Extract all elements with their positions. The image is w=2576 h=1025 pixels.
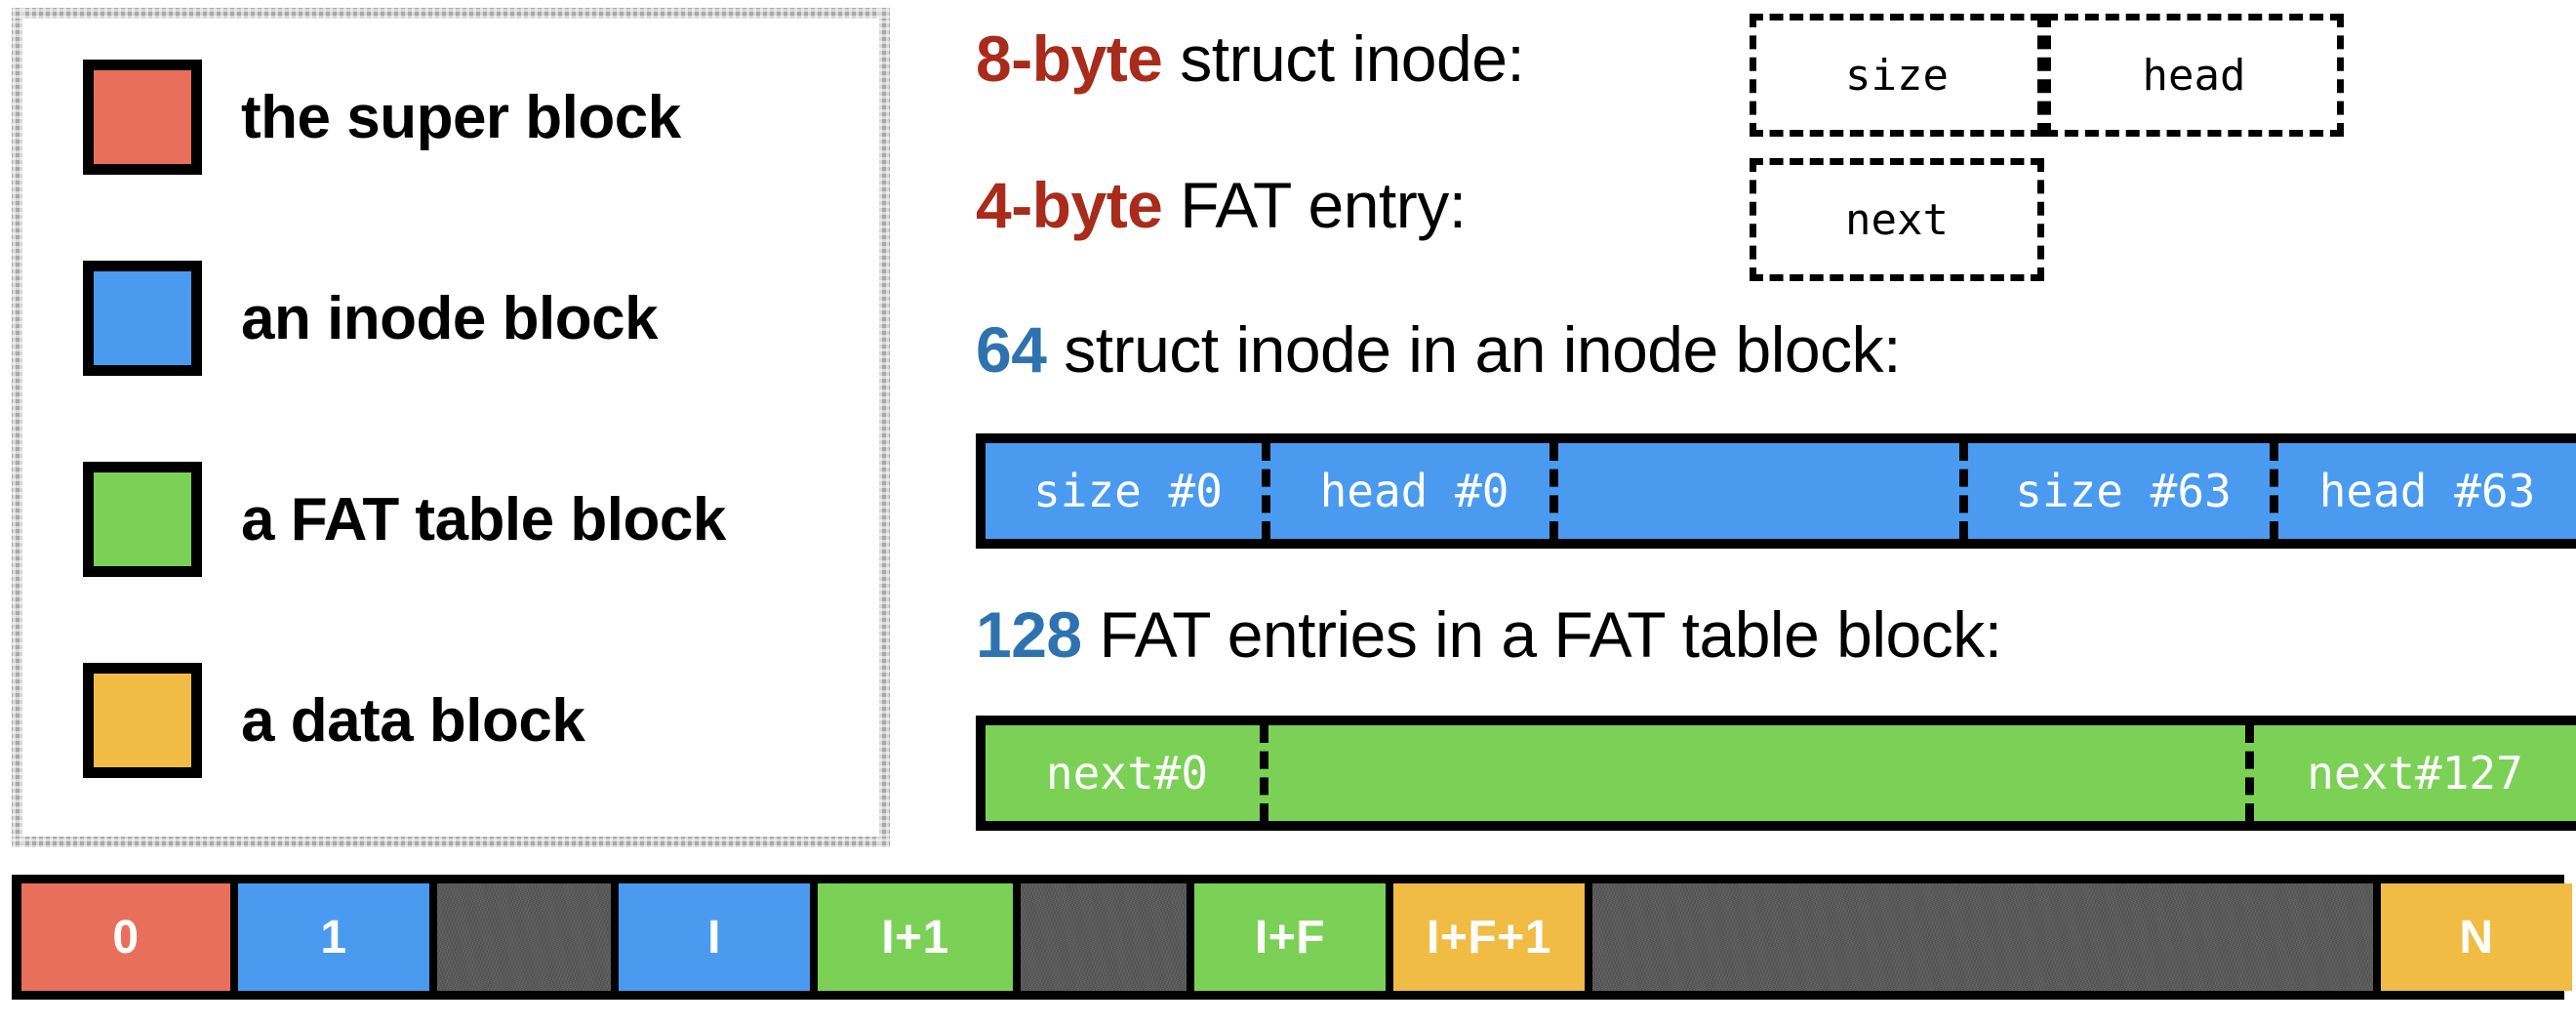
diagram-canvas: the super block an inode block a FAT tab… bbox=[0, 0, 2576, 1025]
disk-segment-inode-first: 1 bbox=[238, 883, 429, 991]
inode-block-bar: size #0 head #0 size #63 head #63 bbox=[976, 433, 2576, 549]
fat-cell-next-0: next#0 bbox=[986, 725, 1268, 821]
fat-cell-label: next#127 bbox=[2307, 747, 2523, 800]
legend-item-label: a FAT table block bbox=[241, 485, 726, 554]
fat-block-count-accent: 128 bbox=[976, 598, 1082, 671]
disk-layout-bar: 0 1 I I+1 I+F I+F+1 N bbox=[12, 875, 2572, 1000]
disk-segment-label: I+1 bbox=[881, 911, 949, 964]
inode-cell-label: size #63 bbox=[2015, 465, 2232, 517]
fat-block-headline: 128 FAT entries in a FAT table block: bbox=[976, 597, 2002, 672]
legend-panel: the super block an inode block a FAT tab… bbox=[12, 8, 890, 847]
inode-cell-ellipsis bbox=[1558, 443, 1968, 539]
inode-cell-label: head #63 bbox=[2318, 465, 2536, 517]
square-swatch-icon bbox=[83, 60, 202, 175]
disk-segment-inode-last: I bbox=[619, 883, 810, 991]
fat-block-headline-rest: FAT entries in a FAT table block: bbox=[1081, 598, 2002, 671]
fat-entry-headline: 4-byte FAT entry: bbox=[976, 168, 1467, 242]
struct-inode-headline-rest: struct inode: bbox=[1162, 22, 1525, 95]
disk-segment-data-first: I+F+1 bbox=[1393, 883, 1585, 991]
fat-entry-field-next: next bbox=[1750, 158, 2044, 281]
fat-cell-next-127: next#127 bbox=[2254, 725, 2576, 821]
disk-segment-gap-inode bbox=[437, 883, 611, 991]
legend-item-super-block: the super block bbox=[83, 60, 681, 175]
inode-cell-head-63: head #63 bbox=[2278, 443, 2576, 539]
fat-entry-size-accent: 4-byte bbox=[976, 169, 1163, 241]
fat-block-bar: next#0 next#127 bbox=[976, 716, 2576, 831]
legend-item-label: a data block bbox=[241, 686, 585, 755]
disk-segment-super-block: 0 bbox=[21, 883, 230, 991]
struct-inode-field-size-label: size bbox=[1845, 50, 1949, 101]
fat-entry-field-next-label: next bbox=[1845, 194, 1949, 245]
inode-block-count-accent: 64 bbox=[976, 313, 1047, 386]
disk-segment-label: N bbox=[2459, 911, 2494, 964]
disk-segment-label: I bbox=[707, 911, 721, 964]
disk-segment-data-last: N bbox=[2381, 883, 2572, 991]
fat-cell-ellipsis bbox=[1268, 725, 2254, 821]
inode-cell-label: head #0 bbox=[1319, 465, 1509, 517]
legend-item-fat-table-block: a FAT table block bbox=[83, 462, 726, 577]
struct-inode-size-accent: 8-byte bbox=[976, 22, 1163, 95]
legend-item-label: the super block bbox=[241, 83, 681, 151]
disk-segment-fat-first: I+1 bbox=[818, 883, 1013, 991]
disk-segment-label: I+F+1 bbox=[1427, 911, 1551, 964]
disk-segment-label: I+F bbox=[1254, 911, 1326, 964]
inode-cell-label: size #0 bbox=[1033, 465, 1223, 517]
inode-cell-size-0: size #0 bbox=[986, 443, 1270, 539]
fat-cell-label: next#0 bbox=[1045, 747, 1209, 800]
fat-entry-headline-rest: FAT entry: bbox=[1162, 169, 1467, 241]
square-swatch-icon bbox=[83, 663, 202, 778]
legend-item-label: an inode block bbox=[241, 284, 659, 352]
disk-segment-gap-data bbox=[1592, 883, 2373, 991]
struct-inode-field-size: size bbox=[1750, 14, 2044, 137]
legend-item-data-block: a data block bbox=[83, 663, 585, 778]
inode-cell-head-0: head #0 bbox=[1270, 443, 1558, 539]
square-swatch-icon bbox=[83, 462, 202, 577]
disk-segment-label: 1 bbox=[320, 911, 347, 964]
disk-segment-gap-fat bbox=[1021, 883, 1187, 991]
struct-inode-field-head: head bbox=[2044, 14, 2344, 137]
disk-segment-fat-last: I+F bbox=[1194, 883, 1386, 991]
disk-segment-label: 0 bbox=[112, 911, 140, 964]
inode-block-headline: 64 struct inode in an inode block: bbox=[976, 312, 1901, 387]
struct-inode-field-head-label: head bbox=[2142, 50, 2246, 101]
struct-inode-headline: 8-byte struct inode: bbox=[976, 21, 1525, 96]
legend-item-inode-block: an inode block bbox=[83, 261, 659, 376]
square-swatch-icon bbox=[83, 261, 202, 376]
inode-cell-size-63: size #63 bbox=[1968, 443, 2278, 539]
inode-block-headline-rest: struct inode in an inode block: bbox=[1046, 313, 1901, 386]
